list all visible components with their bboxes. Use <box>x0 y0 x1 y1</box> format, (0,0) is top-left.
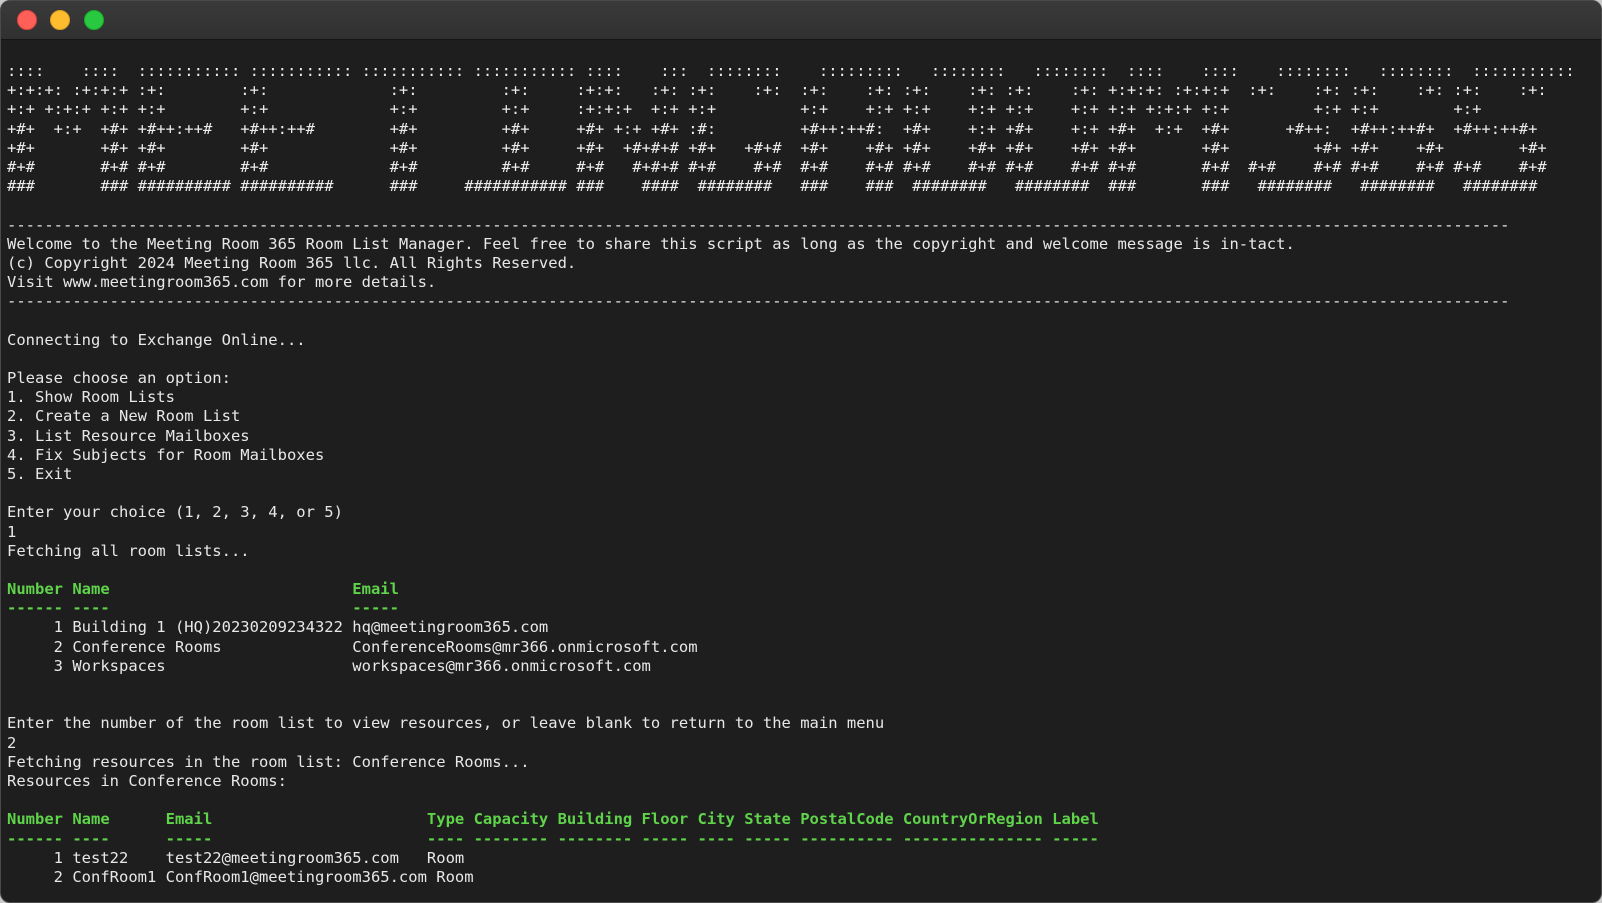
ascii-banner-line: #+# #+# #+# #+# #+# #+# #+# #+#+# #+# #+… <box>7 157 1547 176</box>
fetching-resources-status: Fetching resources in the room list: Con… <box>7 752 530 771</box>
terminal-window: :::: :::: ::::::::::: ::::::::::: ::::::… <box>0 0 1602 903</box>
title-bar[interactable] <box>1 1 1601 40</box>
ascii-banner-line: +#+ +#+ +#+ +#+ +#+ +#+ +#+ +#+#+# +#+ +… <box>7 138 1547 157</box>
room-list-prompt: Enter the number of the room list to vie… <box>7 714 885 733</box>
menu-option-exit: 5. Exit <box>7 464 73 483</box>
website-notice: Visit www.meetingroom365.com for more de… <box>7 273 437 292</box>
user-input-choice: 1 <box>7 522 17 541</box>
room-lists-table-underline: ------ ---- ----- <box>7 599 399 618</box>
table-row: 2 Conference Rooms ConferenceRooms@mr366… <box>7 637 698 656</box>
menu-option-show-room-lists: 1. Show Room Lists <box>7 388 175 407</box>
resources-table-header: Number Name Email Type Capacity Building… <box>7 810 1099 829</box>
zoom-window-button[interactable] <box>84 10 104 30</box>
fetching-lists-status: Fetching all room lists... <box>7 541 250 560</box>
copyright-notice: (c) Copyright 2024 Meeting Room 365 llc.… <box>7 253 577 272</box>
minimize-window-button[interactable] <box>50 10 70 30</box>
ascii-banner-line: +#+ +:+ +#+ +#++:++# +#++:++# +#+ +#+ +#… <box>7 119 1538 138</box>
table-row: 1 test22 test22@meetingroom365.com Room <box>7 848 465 867</box>
choice-prompt: Enter your choice (1, 2, 3, 4, or 5) <box>7 503 343 522</box>
divider-line: ----------------------------------------… <box>7 292 1510 311</box>
ascii-banner-line: +:+:+: :+:+:+ :+: :+: :+: :+: :+:+: :+: … <box>7 81 1547 100</box>
ascii-banner-line: ### ### ########## ########## ### ######… <box>7 177 1538 196</box>
close-window-button[interactable] <box>17 10 37 30</box>
resources-heading: Resources in Conference Rooms: <box>7 771 287 790</box>
menu-option-fix-subjects: 4. Fix Subjects for Room Mailboxes <box>7 445 325 464</box>
ascii-banner-line: +:+ +:+:+ +:+ +:+ +:+ +:+ +:+ :+:+:+ +:+… <box>7 100 1482 119</box>
connecting-status: Connecting to Exchange Online... <box>7 330 306 349</box>
menu-option-create-room-list: 2. Create a New Room List <box>7 407 241 426</box>
menu-prompt: Please choose an option: <box>7 369 231 387</box>
table-row: 3 Workspaces workspaces@mr366.onmicrosof… <box>7 656 651 675</box>
resources-table-underline: ------ ---- ----- ---- -------- --------… <box>7 829 1099 848</box>
user-input-room-list: 2 <box>7 733 17 752</box>
divider-line: ----------------------------------------… <box>7 215 1510 234</box>
terminal-output[interactable]: :::: :::: ::::::::::: ::::::::::: ::::::… <box>7 62 1597 898</box>
menu-option-list-resource-mailboxes: 3. List Resource Mailboxes <box>7 426 250 445</box>
table-row: 1 Building 1 (HQ)20230209234322 hq@meeti… <box>7 618 549 637</box>
room-lists-table-header: Number Name Email <box>7 580 399 599</box>
table-row: 2 ConfRoom1 ConfRoom1@meetingroom365.com… <box>7 867 474 886</box>
ascii-banner-line: :::: :::: ::::::::::: ::::::::::: ::::::… <box>7 62 1575 80</box>
welcome-message: Welcome to the Meeting Room 365 Room Lis… <box>7 234 1295 253</box>
